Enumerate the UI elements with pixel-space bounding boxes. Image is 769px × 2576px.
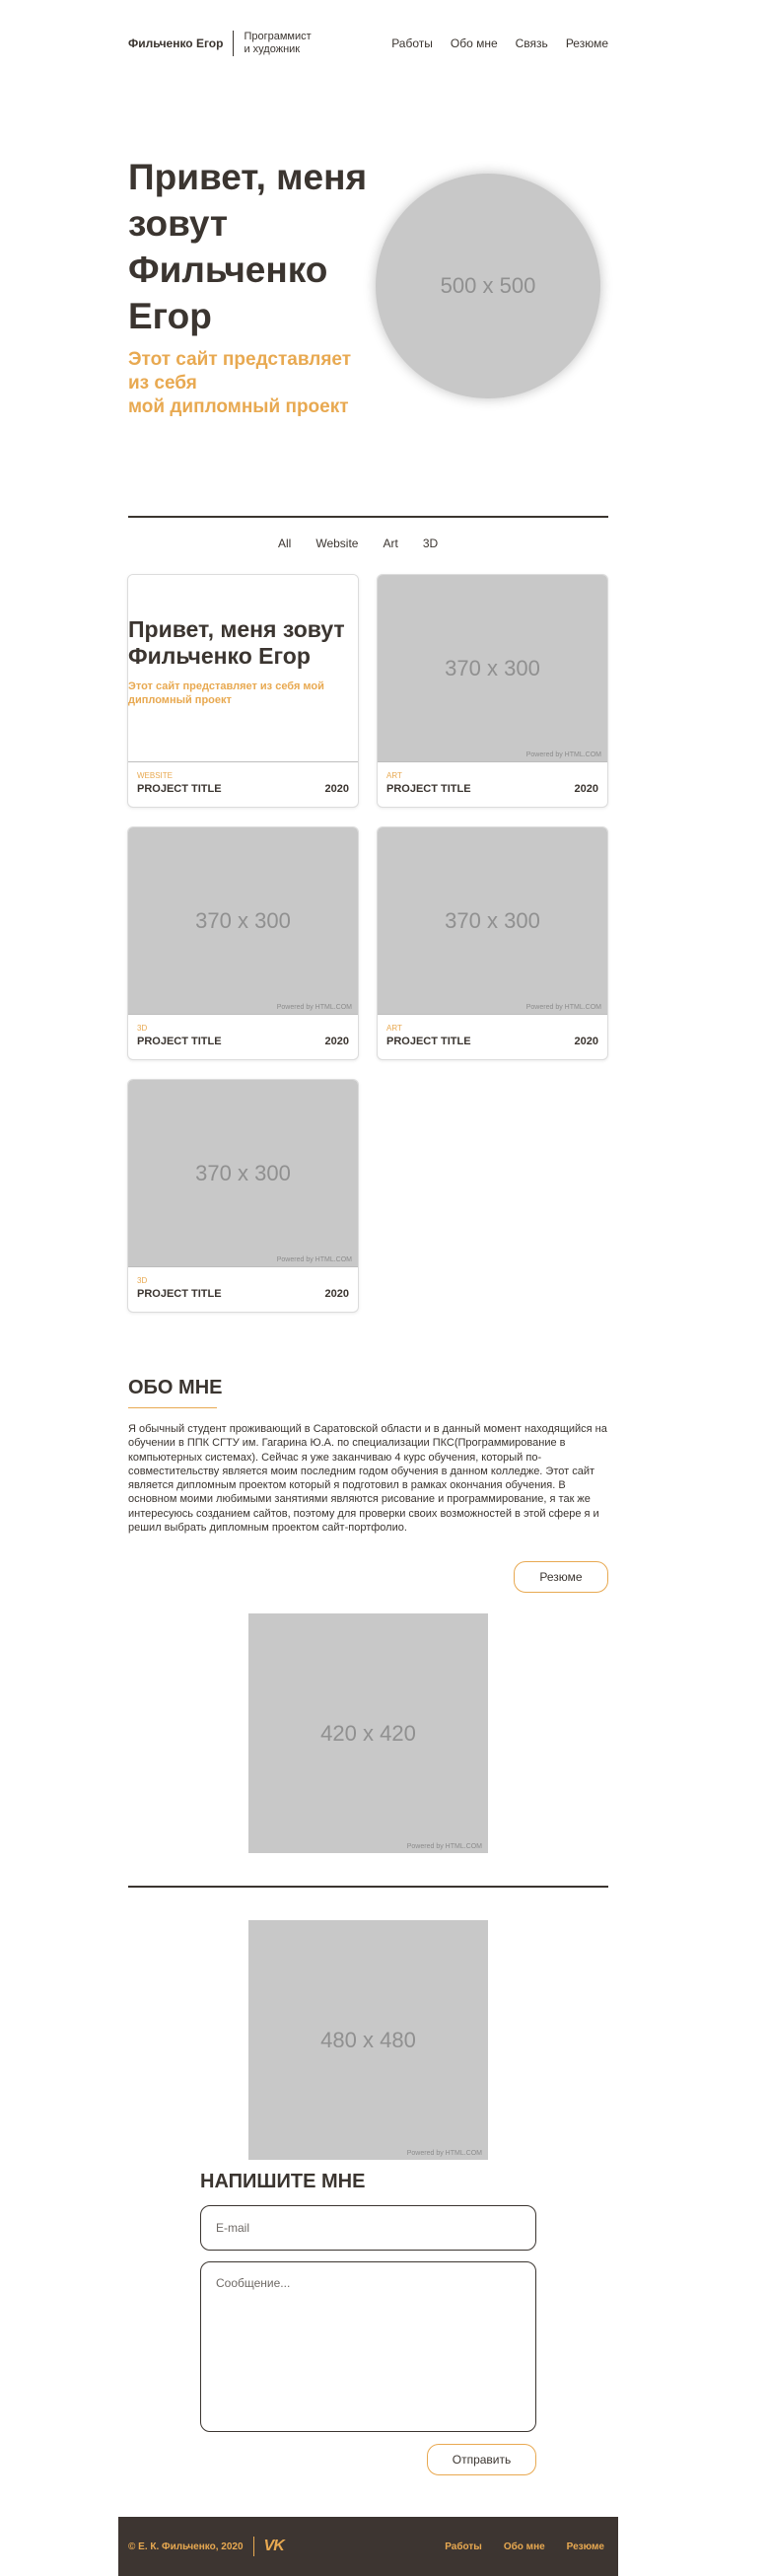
project-image-placeholder: 370 x 300 Powered by HTML.COM bbox=[128, 827, 358, 1015]
site-header: Фильченко Егор Программист и художник Ра… bbox=[128, 28, 608, 59]
main-nav: Работы Обо мне Связь Резюме bbox=[391, 36, 608, 50]
project-image-label: 370 x 300 bbox=[445, 907, 540, 933]
project-category: ART bbox=[386, 771, 402, 780]
about-photo-label: 420 x 420 bbox=[320, 1720, 416, 1746]
footer-nav-resume[interactable]: Резюме bbox=[567, 2541, 604, 2552]
project-filters: All Website Art 3D bbox=[278, 537, 462, 550]
project-title: PROJECT TITLE bbox=[137, 1288, 222, 1300]
email-input[interactable] bbox=[200, 2205, 536, 2251]
copyright: © Е. К. Фильченко, 2020 bbox=[128, 2540, 244, 2552]
nav-resume[interactable]: Резюме bbox=[566, 36, 608, 50]
hero-avatar-placeholder: 500 x 500 bbox=[376, 174, 600, 398]
preview-title: Привет, меня зовут Фильченко Егор bbox=[128, 616, 345, 669]
filter-all[interactable]: All bbox=[278, 537, 291, 550]
footer-divider bbox=[252, 2537, 254, 2556]
project-category: 3D bbox=[137, 1024, 148, 1033]
project-title: PROJECT TITLE bbox=[386, 783, 471, 795]
send-button[interactable]: Отправить bbox=[427, 2444, 536, 2475]
site-footer: © Е. К. Фильченко, 2020 VK Работы Обо мн… bbox=[118, 2517, 618, 2576]
project-category: WEBSITE bbox=[137, 771, 174, 780]
project-year: 2020 bbox=[324, 783, 349, 795]
section-divider bbox=[128, 1886, 608, 1888]
project-category: ART bbox=[386, 1024, 402, 1033]
footer-nav: Работы Обо мне Резюме bbox=[445, 2541, 604, 2552]
about-title: ОБО МНЕ bbox=[128, 1377, 223, 1398]
hero-subtitle-line-2: из себя bbox=[128, 373, 197, 394]
contact-photo-label: 480 x 480 bbox=[320, 2027, 416, 2052]
project-image-label: 370 x 300 bbox=[445, 655, 540, 680]
project-year: 2020 bbox=[324, 1288, 349, 1300]
preview-subtitle: Этот сайт представляет из себя мой дипло… bbox=[128, 680, 324, 706]
hero-subtitle-line-3: мой дипломный проект bbox=[128, 396, 349, 417]
about-photo-placeholder: 420 x 420 Powered by HTML.COM bbox=[248, 1613, 488, 1853]
project-title: PROJECT TITLE bbox=[137, 1036, 222, 1047]
project-card[interactable]: Привет, меня зовут Фильченко Егор Этот с… bbox=[127, 574, 359, 808]
project-card[interactable]: 370 x 300 Powered by HTML.COM 3D PROJECT… bbox=[127, 1079, 359, 1313]
resume-button[interactable]: Резюме bbox=[514, 1561, 608, 1593]
powered-by-label: Powered by HTML.COM bbox=[406, 1843, 482, 1850]
project-card[interactable]: 370 x 300 Powered by HTML.COM 3D PROJECT… bbox=[127, 826, 359, 1060]
filter-art[interactable]: Art bbox=[383, 537, 397, 550]
tagline-line-2: и художник bbox=[244, 43, 301, 55]
footer-nav-about[interactable]: Обо мне bbox=[504, 2541, 545, 2552]
brand-divider bbox=[233, 31, 235, 56]
hero-subtitle: Этот сайт представляет из себя мой дипло… bbox=[128, 348, 375, 419]
project-image-label: 370 x 300 bbox=[195, 907, 291, 933]
project-preview: Привет, меня зовут Фильченко Егор Этот с… bbox=[128, 575, 358, 762]
hero-subtitle-line-1: Этот сайт представляет bbox=[128, 349, 352, 370]
project-card[interactable]: 370 x 300 Powered by HTML.COM ART PROJEC… bbox=[377, 826, 608, 1060]
vk-icon[interactable]: VK bbox=[264, 2538, 285, 2555]
powered-by-label: Powered by HTML.COM bbox=[525, 751, 601, 758]
powered-by-label: Powered by HTML.COM bbox=[276, 1004, 352, 1011]
project-year: 2020 bbox=[574, 1036, 598, 1047]
filter-website[interactable]: Website bbox=[315, 537, 358, 550]
brand-name[interactable]: Фильченко Егор bbox=[128, 36, 223, 50]
project-image-label: 370 x 300 bbox=[195, 1160, 291, 1185]
brand-tagline: Программист и художник bbox=[244, 31, 311, 56]
project-year: 2020 bbox=[574, 783, 598, 795]
tagline-line-1: Программист bbox=[244, 31, 312, 42]
nav-works[interactable]: Работы bbox=[391, 36, 433, 50]
about-title-underline bbox=[128, 1407, 217, 1408]
hero-avatar-label: 500 x 500 bbox=[440, 273, 536, 298]
nav-contact[interactable]: Связь bbox=[516, 36, 548, 50]
message-textarea[interactable] bbox=[200, 2261, 536, 2432]
filter-3d[interactable]: 3D bbox=[423, 537, 438, 550]
contact-title: НАПИШИТЕ МНЕ bbox=[200, 2171, 366, 2192]
project-year: 2020 bbox=[324, 1036, 349, 1047]
project-image-placeholder: 370 x 300 Powered by HTML.COM bbox=[378, 575, 607, 762]
powered-by-label: Powered by HTML.COM bbox=[276, 1256, 352, 1263]
hero-title: Привет, меня зовут Фильченко Егор bbox=[128, 157, 368, 336]
project-image-placeholder: 370 x 300 Powered by HTML.COM bbox=[128, 1080, 358, 1267]
contact-photo-placeholder: 480 x 480 Powered by HTML.COM bbox=[248, 1920, 488, 2160]
nav-about[interactable]: Обо мне bbox=[451, 36, 498, 50]
footer-nav-works[interactable]: Работы bbox=[445, 2541, 482, 2552]
project-card[interactable]: 370 x 300 Powered by HTML.COM ART PROJEC… bbox=[377, 574, 608, 808]
project-title: PROJECT TITLE bbox=[137, 783, 222, 795]
project-image-placeholder: 370 x 300 Powered by HTML.COM bbox=[378, 827, 607, 1015]
powered-by-label: Powered by HTML.COM bbox=[406, 2150, 482, 2157]
project-title: PROJECT TITLE bbox=[386, 1036, 471, 1047]
powered-by-label: Powered by HTML.COM bbox=[525, 1004, 601, 1011]
about-text: Я обычный студент проживающий в Саратовс… bbox=[128, 1423, 607, 1535]
section-divider bbox=[128, 516, 608, 518]
project-category: 3D bbox=[137, 1276, 148, 1285]
